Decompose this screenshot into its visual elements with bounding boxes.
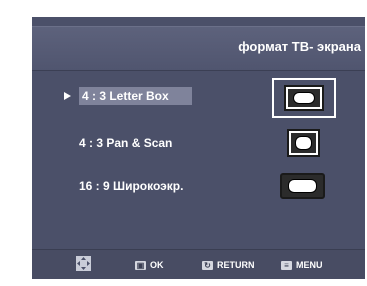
menu-label: MENU — [296, 260, 323, 270]
tv-panscan-icon[interactable] — [287, 129, 320, 157]
tv-letterbox-screen — [293, 92, 315, 104]
option-label: 16 : 9 Широкоэкр. — [79, 179, 184, 193]
menu-icon: ≡ — [281, 261, 292, 271]
directional-pad-icon — [76, 256, 91, 271]
ok-label: OK — [150, 260, 164, 270]
enter-icon: ▣ — [135, 261, 146, 271]
page-title: формат ТВ- экрана — [238, 39, 361, 54]
selection-arrow-icon — [64, 92, 71, 100]
return-label: RETURN — [217, 260, 255, 270]
return-hint[interactable]: ↻ RETURN — [202, 259, 255, 271]
ok-hint[interactable]: ▣ OK — [135, 259, 164, 271]
tv-wide-screen — [288, 179, 317, 193]
option-label: 4 : 3 Pan & Scan — [79, 136, 173, 150]
menu-hint[interactable]: ≡ MENU — [281, 259, 323, 271]
bottom-bar: ▣ OK ↻ RETURN ≡ MENU — [32, 249, 365, 279]
return-icon: ↻ — [202, 261, 213, 271]
option-widescreen[interactable]: 16 : 9 Широкоэкр. — [79, 177, 183, 195]
option-label: 4 : 3 Letter Box — [82, 89, 169, 103]
option-panscan[interactable]: 4 : 3 Pan & Scan — [79, 134, 172, 152]
tv-wide-icon[interactable] — [280, 173, 325, 199]
title-bar: формат ТВ- экрана — [32, 26, 365, 71]
tv-letterbox-icon[interactable] — [284, 85, 324, 111]
osd-screen: формат ТВ- экрана 4 : 3 Letter Box 4 : 3… — [32, 17, 365, 279]
tv-panscan-screen — [295, 136, 312, 150]
option-letterbox[interactable]: 4 : 3 Letter Box — [79, 87, 192, 105]
